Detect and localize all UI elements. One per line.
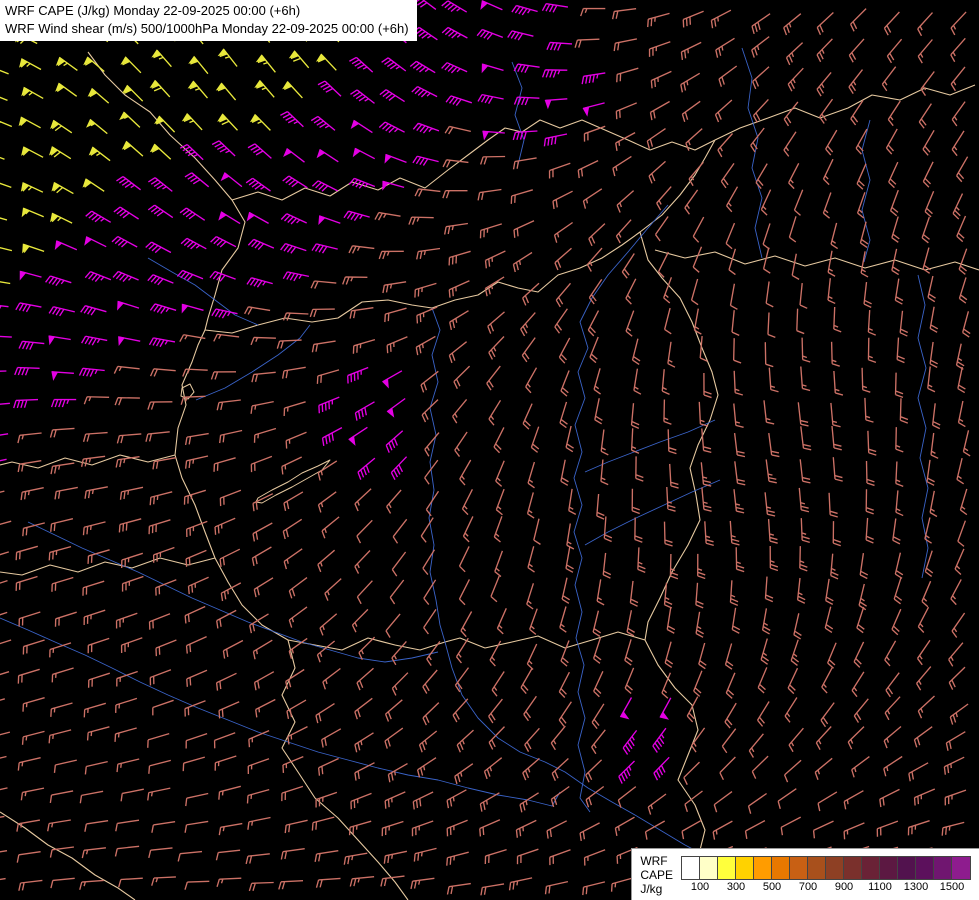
title-line-cape: WRF CAPE (J/kg) Monday 22-09-2025 00:00 … bbox=[5, 2, 409, 20]
legend-label-block: WRF CAPE J/kg bbox=[640, 854, 673, 896]
legend-swatch bbox=[880, 857, 898, 879]
legend-swatch bbox=[898, 857, 916, 879]
rivers-layer bbox=[0, 48, 979, 878]
legend-swatch bbox=[790, 857, 808, 879]
legend-tick: 1300 bbox=[904, 881, 928, 893]
legend-colorbar bbox=[681, 856, 971, 880]
title-line-shear: WRF Wind shear (m/s) 500/1000hPa Monday … bbox=[5, 20, 409, 38]
legend-swatch bbox=[808, 857, 826, 879]
country-borders-layer bbox=[0, 52, 979, 900]
legend-swatch bbox=[772, 857, 790, 879]
legend-label-param: CAPE bbox=[640, 868, 673, 882]
legend-tick: 300 bbox=[727, 881, 745, 893]
legend-tick: 1100 bbox=[868, 881, 892, 893]
legend-ticks: 100 300 500 700 900 1100 1300 1500 bbox=[681, 880, 971, 894]
map-title-box: WRF CAPE (J/kg) Monday 22-09-2025 00:00 … bbox=[0, 0, 417, 41]
legend-swatch bbox=[718, 857, 736, 879]
legend-tick: 100 bbox=[691, 881, 709, 893]
legend-label-unit: J/kg bbox=[640, 882, 673, 896]
weather-map bbox=[0, 0, 979, 900]
legend-tick: 500 bbox=[763, 881, 781, 893]
lakes-layer bbox=[181, 384, 330, 503]
legend-swatch bbox=[952, 857, 970, 879]
legend-swatch bbox=[862, 857, 880, 879]
legend-swatch bbox=[844, 857, 862, 879]
legend-swatch bbox=[826, 857, 844, 879]
legend-tick: 700 bbox=[799, 881, 817, 893]
legend-tick: 900 bbox=[835, 881, 853, 893]
legend-tick: 1500 bbox=[940, 881, 964, 893]
legend-swatch bbox=[934, 857, 952, 879]
legend-swatch bbox=[754, 857, 772, 879]
legend-swatch bbox=[700, 857, 718, 879]
cape-legend: WRF CAPE J/kg 100 300 500 700 900 1100 1300 150… bbox=[631, 848, 979, 900]
wind-barbs-layer bbox=[0, 0, 976, 896]
legend-swatch bbox=[736, 857, 754, 879]
weather-map-frame: WRF CAPE (J/kg) Monday 22-09-2025 00:00 … bbox=[0, 0, 979, 900]
legend-colorbar-wrap: 100 300 500 700 900 1100 1300 1500 bbox=[681, 856, 971, 894]
legend-label-model: WRF bbox=[640, 854, 673, 868]
legend-swatch bbox=[682, 857, 700, 879]
legend-swatch bbox=[916, 857, 934, 879]
